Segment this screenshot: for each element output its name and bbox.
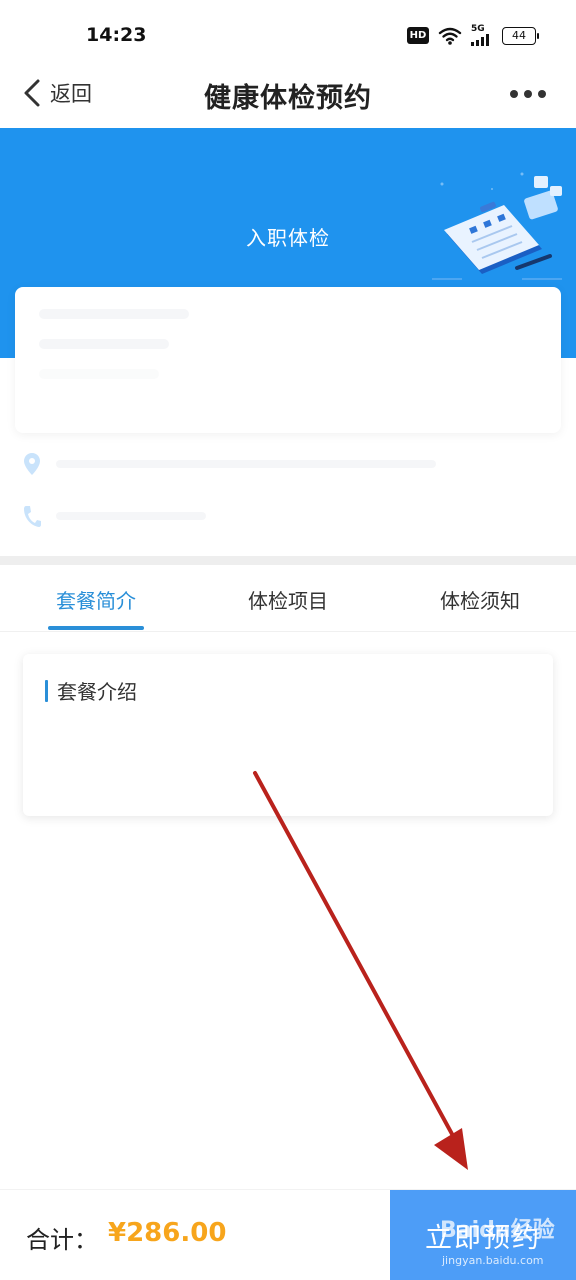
status-icons: HD 5G 44 bbox=[407, 25, 539, 46]
more-button[interactable] bbox=[510, 90, 546, 98]
tab-package-intro[interactable]: 套餐简介 bbox=[0, 565, 192, 631]
intro-header: 套餐介绍 bbox=[45, 676, 137, 705]
redacted-line bbox=[39, 369, 159, 379]
signal-bars-icon bbox=[471, 34, 489, 46]
hd-icon: HD bbox=[407, 27, 429, 44]
clipboard-illustration-icon bbox=[432, 172, 562, 280]
battery-icon: 44 bbox=[502, 26, 539, 45]
redacted-line bbox=[39, 339, 169, 349]
package-intro-card: 套餐介绍 bbox=[23, 654, 553, 816]
total-price: ¥286.00 bbox=[108, 1218, 227, 1248]
page-title: 健康体检预约 bbox=[204, 83, 372, 114]
phone-icon bbox=[24, 506, 41, 527]
watermark-url: jingyan.baidu.com bbox=[442, 1254, 544, 1267]
network-type: 5G bbox=[471, 24, 485, 34]
wifi-icon bbox=[438, 27, 462, 45]
tab-bar: 套餐简介 体检项目 体检须知 bbox=[0, 565, 576, 632]
intro-title: 套餐介绍 bbox=[57, 680, 137, 704]
location-pin-icon bbox=[24, 453, 40, 475]
nav-bar: 返回 健康体检预约 bbox=[0, 66, 576, 128]
phone-row[interactable] bbox=[22, 504, 206, 528]
section-divider bbox=[0, 556, 576, 565]
tab-exam-items[interactable]: 体检项目 bbox=[192, 565, 384, 631]
watermark: Baidu经验 bbox=[440, 1218, 555, 1243]
hospital-info-card[interactable] bbox=[15, 287, 561, 433]
total-label: 合计： bbox=[26, 1226, 98, 1254]
redacted-line bbox=[39, 309, 189, 319]
status-bar: 14:23 HD 5G 44 bbox=[0, 0, 576, 66]
redacted-phone bbox=[56, 512, 206, 520]
battery-level: 44 bbox=[512, 29, 526, 42]
tab-exam-notice[interactable]: 体检须知 bbox=[384, 565, 576, 631]
status-time: 14:23 bbox=[86, 24, 147, 46]
more-dots-icon bbox=[510, 90, 518, 98]
signal-icon: 5G bbox=[471, 25, 493, 46]
intro-accent-bar bbox=[45, 679, 48, 702]
address-row[interactable] bbox=[22, 452, 436, 476]
redacted-address bbox=[56, 460, 436, 468]
